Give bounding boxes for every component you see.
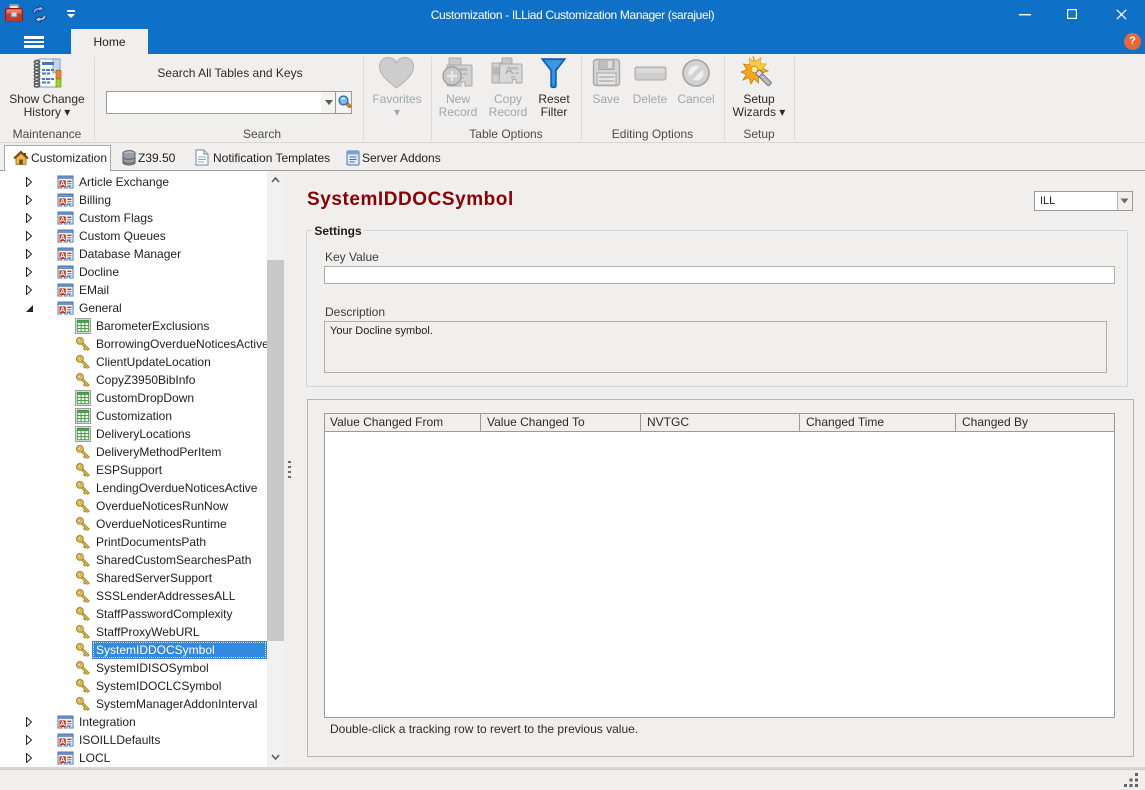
svg-text:A: A (505, 65, 513, 77)
